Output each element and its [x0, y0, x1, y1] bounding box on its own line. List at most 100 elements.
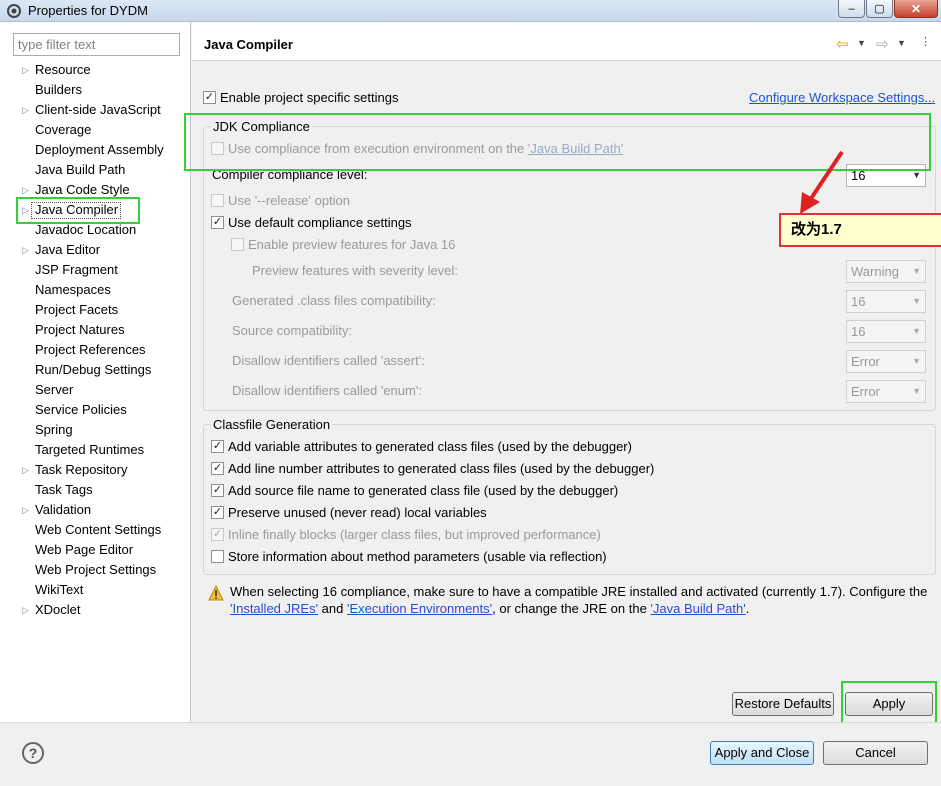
tree-item[interactable]: Namespaces	[0, 280, 190, 300]
line-number-attributes-label: Add line number attributes to generated …	[228, 461, 655, 476]
tree-item-label: Web Content Settings	[35, 522, 162, 537]
generated-compat-label: Generated .class files compatibility:	[232, 293, 436, 308]
preview-severity-label: Preview features with severity level:	[252, 263, 458, 278]
filter-input[interactable]	[13, 33, 180, 56]
annotation-highlight-box	[841, 681, 937, 727]
tree-item[interactable]: Java Build Path	[0, 160, 190, 180]
tree-item-label: Service Policies	[35, 402, 127, 417]
close-icon: ✕	[910, 1, 922, 16]
tree-item[interactable]: ▷ Client-side JavaScript	[0, 100, 190, 120]
tree-item[interactable]: Project References	[0, 340, 190, 360]
expand-arrow-icon[interactable]: ▷	[22, 460, 32, 480]
enable-project-specific-checkbox[interactable]: ✓	[203, 91, 216, 104]
method-parameters-checkbox[interactable]	[211, 550, 224, 563]
source-compat-label: Source compatibility:	[232, 323, 352, 338]
tree-item-label: Builders	[35, 82, 82, 97]
view-menu-icon[interactable]: ⋮	[920, 35, 931, 48]
enable-preview-label: Enable preview features for Java 16	[248, 237, 456, 252]
tree-item[interactable]: Server	[0, 380, 190, 400]
tree-item-label: Task Tags	[35, 482, 93, 497]
source-file-name-label: Add source file name to generated class …	[228, 483, 619, 498]
source-compat-select[interactable]: 16 ▼	[846, 320, 926, 343]
tree-item-label: Project References	[35, 342, 146, 357]
assert-identifiers-label: Disallow identifiers called 'assert':	[232, 353, 425, 368]
inline-finally-label: Inline finally blocks (larger class file…	[228, 527, 601, 542]
back-arrow-icon[interactable]: ⇦	[836, 35, 849, 53]
assert-identifiers-select[interactable]: Error ▼	[846, 350, 926, 373]
variable-attributes-checkbox[interactable]: ✓	[211, 440, 224, 453]
cancel-button[interactable]: Cancel	[823, 741, 928, 765]
tree-item[interactable]: JSP Fragment	[0, 260, 190, 280]
tree-item[interactable]: Project Facets	[0, 300, 190, 320]
forward-arrow-icon[interactable]: ⇨	[876, 35, 889, 53]
tree-item[interactable]: Service Policies	[0, 400, 190, 420]
expand-arrow-icon[interactable]: ▷	[22, 500, 32, 520]
installed-jres-link[interactable]: 'Installed JREs'	[230, 601, 318, 616]
chevron-down-icon: ▼	[912, 296, 921, 306]
inline-finally-checkbox[interactable]: ✓	[211, 528, 224, 541]
tree-item[interactable]: Project Natures	[0, 320, 190, 340]
tree-item[interactable]: ▷ Resource	[0, 60, 190, 80]
tree-item[interactable]: ▷ Task Repository	[0, 460, 190, 480]
window-title: Properties for DYDM	[28, 3, 148, 18]
preserve-unused-checkbox[interactable]: ✓	[211, 506, 224, 519]
tree-item-label: Run/Debug Settings	[35, 362, 152, 377]
tree-item[interactable]: ▷ XDoclet	[0, 600, 190, 620]
line-number-attributes-checkbox[interactable]: ✓	[211, 462, 224, 475]
tree-item[interactable]: WikiText	[0, 580, 190, 600]
tree-item-label: Project Facets	[35, 302, 119, 317]
warning-text: When selecting 16 compliance, make sure …	[230, 584, 928, 599]
preserve-unused-label: Preserve unused (never read) local varia…	[228, 505, 487, 520]
enum-identifiers-select[interactable]: Error ▼	[846, 380, 926, 403]
back-dropdown-icon[interactable]: ▼	[857, 38, 866, 48]
execution-environments-link[interactable]: 'Execution Environments'	[347, 601, 492, 616]
close-button[interactable]: ✕	[894, 0, 938, 18]
use-default-compliance-label: Use default compliance settings	[228, 215, 412, 230]
tree-item[interactable]: Targeted Runtimes	[0, 440, 190, 460]
tree-item[interactable]: Web Project Settings	[0, 560, 190, 580]
tree-item-label: Coverage	[35, 122, 92, 137]
tree-item-label: Project Natures	[35, 322, 125, 337]
tree-item[interactable]: Coverage	[0, 120, 190, 140]
release-option-checkbox[interactable]	[211, 194, 224, 207]
expand-arrow-icon[interactable]: ▷	[22, 240, 32, 260]
tree-item-label: Web Project Settings	[35, 562, 157, 577]
expand-arrow-icon[interactable]: ▷	[22, 100, 32, 120]
maximize-button[interactable]: ▢	[866, 0, 893, 18]
maximize-icon: ▢	[874, 3, 885, 15]
apply-and-close-button[interactable]: Apply and Close	[710, 741, 814, 765]
tree-item-label: XDoclet	[35, 602, 81, 617]
tree-item[interactable]: Run/Debug Settings	[0, 360, 190, 380]
annotation-highlight-box	[16, 197, 140, 224]
tree-item-label: Targeted Runtimes	[35, 442, 145, 457]
enable-preview-checkbox[interactable]	[231, 238, 244, 251]
use-default-compliance-checkbox[interactable]: ✓	[211, 216, 224, 229]
expand-arrow-icon[interactable]: ▷	[22, 60, 32, 80]
preview-severity-select[interactable]: Warning ▼	[846, 260, 926, 283]
restore-defaults-button[interactable]: Restore Defaults	[732, 692, 834, 716]
tree-item[interactable]: Deployment Assembly	[0, 140, 190, 160]
classfile-generation-title: Classfile Generation	[211, 417, 333, 432]
warning-icon	[208, 585, 224, 601]
minimize-button[interactable]: –	[838, 0, 865, 18]
page-title: Java Compiler	[204, 37, 293, 52]
tree-item[interactable]: Spring	[0, 420, 190, 440]
tree-item[interactable]: Web Page Editor	[0, 540, 190, 560]
source-file-name-checkbox[interactable]: ✓	[211, 484, 224, 497]
tree-item[interactable]: Builders	[0, 80, 190, 100]
tree-item[interactable]: Task Tags	[0, 480, 190, 500]
forward-dropdown-icon[interactable]: ▼	[897, 38, 906, 48]
tree-item[interactable]: Web Content Settings	[0, 520, 190, 540]
minimize-icon: –	[848, 2, 855, 15]
generated-compat-select[interactable]: 16 ▼	[846, 290, 926, 313]
java-build-path-warning-link[interactable]: 'Java Build Path'	[650, 601, 745, 616]
configure-workspace-link[interactable]: Configure Workspace Settings...	[749, 90, 935, 105]
title-bar: Properties for DYDM – ▢ ✕	[0, 0, 941, 22]
tree-item-label: Web Page Editor	[35, 542, 134, 557]
tree-item[interactable]: ▷ Java Editor	[0, 240, 190, 260]
tree-item[interactable]: ▷ Validation	[0, 500, 190, 520]
help-icon[interactable]: ?	[22, 742, 44, 764]
chevron-down-icon: ▼	[912, 266, 921, 276]
expand-arrow-icon[interactable]: ▷	[22, 600, 32, 620]
tree-item-label: Validation	[35, 502, 92, 517]
